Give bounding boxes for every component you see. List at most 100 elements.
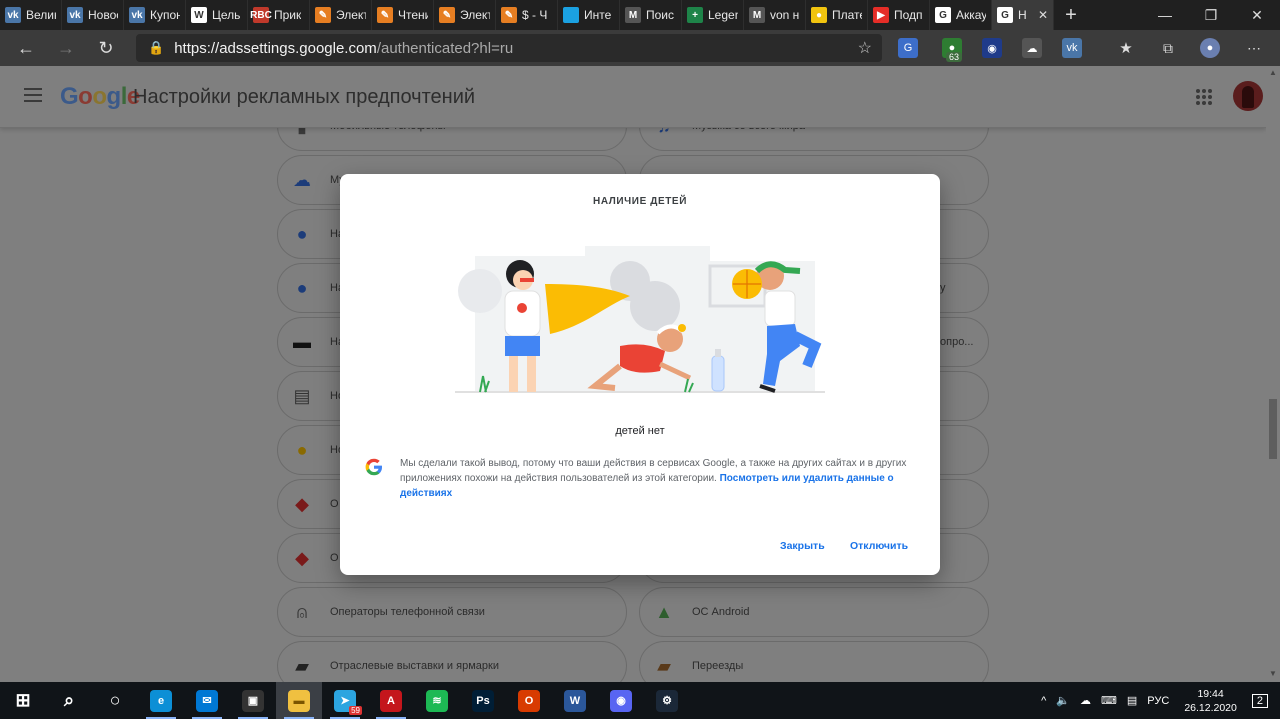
acrobat-icon: A [380,689,402,712]
office-app[interactable]: O [506,682,552,719]
antenna-icon: ⍝ [296,601,308,622]
discord-app[interactable]: ◉ [598,682,644,719]
page-scrollbar[interactable]: ▲ ▼ [1266,66,1280,682]
start-button[interactable]: ⊞ [0,682,46,719]
minimize-button[interactable]: — [1142,0,1188,30]
acrobat-app[interactable]: A [368,682,414,719]
reload-button[interactable]: ↻ [86,30,126,66]
pencil-icon: ✎ [501,7,517,23]
browser-tab[interactable]: vk Велик [0,0,62,30]
topic-card-label: опро... [940,336,974,348]
browser-tab[interactable]: + Legen [682,0,744,30]
scrollbar-thumb[interactable] [1269,399,1277,459]
notifications-icon[interactable]: 2 [1251,693,1268,708]
google-logo: Google [60,83,140,111]
topic-card-label: у [940,282,946,294]
family-illustration [455,246,825,393]
page-title: Настройки рекламных предпочтений [133,86,476,108]
mail-icon: ✉ [196,689,218,712]
logo-letter: o [92,83,107,110]
favorite-star-icon[interactable]: ☆ [858,38,872,58]
tab-label: Инте [584,8,612,22]
word-app[interactable]: W [552,682,598,719]
steam-app[interactable]: ⚙ [644,682,690,719]
keyboard-icon[interactable]: ⌨ [1101,694,1117,707]
spotify-app[interactable]: ≋ [414,682,460,719]
hand-truck-icon: ▰ [657,655,671,676]
browser-tab[interactable]: G Н ✕ [992,0,1054,30]
store-app[interactable]: ▣ [230,682,276,719]
forward-button[interactable]: → [46,30,86,66]
browser-tab[interactable]: RBC Прик [248,0,310,30]
browser-tab[interactable]: vk Новости [62,0,124,30]
topic-card-label: О [330,498,339,510]
browser-tab[interactable]: ▶ Подп [868,0,930,30]
photoshop-app[interactable]: Ps [460,682,506,719]
close-button[interactable]: Закрыть [780,540,825,552]
edge-app[interactable]: e [138,682,184,719]
scroll-up-arrow-icon[interactable]: ▲ [1269,68,1277,77]
logo-letter: G [60,83,79,110]
topic-card-label: Операторы телефонной связи [330,606,485,618]
onedrive-icon[interactable]: ☁ [1080,694,1091,707]
dialog-title: НАЛИЧИЕ ДЕТЕЙ [593,196,687,207]
favorites-icon[interactable]: ★ [1116,38,1136,58]
translate-extension-icon[interactable]: G [898,38,918,58]
browser-tab[interactable]: ✎ Элект [310,0,372,30]
collections-icon[interactable]: ⧉ [1158,38,1178,58]
close-window-button[interactable]: ✕ [1234,0,1280,30]
tab-label: Велик [26,8,56,22]
browser-tab[interactable]: Инте [558,0,620,30]
address-bar[interactable]: 🔒 https://adssettings.google.com/authent… [136,34,882,62]
plus-icon: + [687,7,703,23]
new-tab-button[interactable]: + [1054,0,1088,30]
close-tab-icon[interactable]: ✕ [1038,8,1048,22]
scroll-down-arrow-icon[interactable]: ▼ [1269,669,1277,678]
telegram-app[interactable]: ➤ 59 [322,682,368,719]
browser-tab[interactable]: vk Купон [124,0,186,30]
cortana-icon: ○ [109,690,121,710]
topic-card[interactable]: ▲ ОС Android [639,587,989,637]
system-tray: ^ 🔈 ☁ ⌨ ▤ РУС 19:44 26.12.2020 2 [1036,682,1280,719]
topic-card[interactable]: ▰ Отраслевые выставки и ярмарки [277,641,627,682]
language-indicator[interactable]: РУС [1147,695,1169,707]
browser-tab[interactable]: W Цель [186,0,248,30]
main-menu-icon[interactable] [24,88,42,102]
more-options-icon[interactable]: ⋯ [1244,38,1264,58]
browser-tab[interactable]: ✎ Элект [434,0,496,30]
photoshop-icon: Ps [472,689,494,712]
vk-extension-icon[interactable]: vk [1062,38,1082,58]
people-icon: ● [296,277,308,298]
clock[interactable]: 19:44 26.12.2020 [1184,687,1237,715]
price-tag-icon: ◆ [295,493,309,514]
google-apps-icon[interactable] [1196,89,1212,105]
tab-label: Цель [212,8,241,22]
browser-tab-strip: vkВеликvkНовостиvkКупонWЦельRBCПрик✎Элек… [0,0,1280,30]
explorer-app[interactable]: ▬ [276,682,322,719]
shield-extension-icon[interactable]: ◉ [982,38,1002,58]
browser-tab[interactable]: ● Плате [806,0,868,30]
maximize-button[interactable]: ❐ [1188,0,1234,30]
browser-tab[interactable]: ✎ Чтени [372,0,434,30]
search-button[interactable]: ⌕ [46,682,92,719]
disable-button[interactable]: Отключить [850,540,908,552]
search-icon: ⌕ [63,690,75,710]
tray-expand-icon[interactable]: ^ [1041,695,1046,707]
profile-icon[interactable]: ● [1200,38,1220,58]
browser-tab[interactable]: M Поис [620,0,682,30]
volume-icon[interactable]: 🔈 [1056,694,1070,707]
cortana-button[interactable]: ○ [92,682,138,719]
back-button[interactable]: ← [6,30,46,66]
browser-tab[interactable]: G Аккау [930,0,992,30]
pencil-icon: ✎ [377,7,393,23]
office-icon: O [518,689,540,712]
mail-app[interactable]: ✉ [184,682,230,719]
avatar[interactable] [1233,81,1263,111]
topic-card[interactable]: ▰ Переезды [639,641,989,682]
browser-tab[interactable]: Mvon н [744,0,806,30]
cloud-extension-icon[interactable]: ☁ [1022,38,1042,58]
store-icon: ▣ [242,689,264,712]
browser-tab[interactable]: ✎ $ - Ч [496,0,558,30]
network-icon[interactable]: ▤ [1127,694,1137,707]
topic-card[interactable]: ⍝ Операторы телефонной связи [277,587,627,637]
